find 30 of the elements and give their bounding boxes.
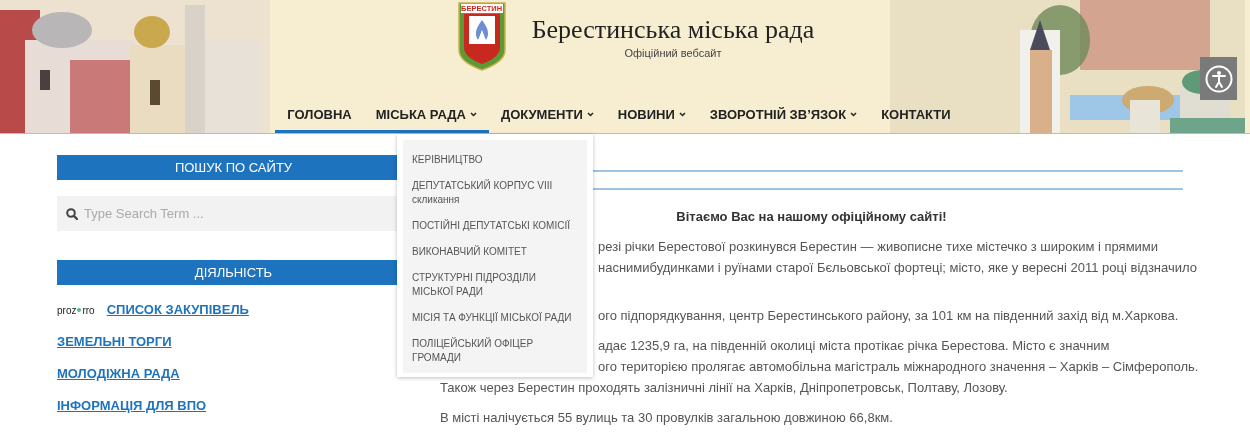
- chevron-down-icon: [469, 112, 477, 117]
- dropdown-item[interactable]: ПОЛІЦЕЙСЬКИЙ ОФІЦЕР ГРОМАДИ: [403, 331, 587, 371]
- nav-link[interactable]: КОНТАКТИ: [869, 99, 963, 133]
- chevron-down-icon: [678, 112, 686, 117]
- paragraph-text: резі річки Берестової розкинувся Берестин — живописне тихе містечко з широким і прямими: [598, 238, 1159, 256]
- accessibility-icon: [1204, 64, 1233, 93]
- site-subtitle: Офіційний вебсайт: [624, 46, 722, 60]
- paragraph-text: ого підпорядкування, центр Берестинського району, за 101 км на південний захід від м.Харкова.: [598, 307, 1179, 325]
- sidebar-link[interactable]: ЗЕМЕЛЬНІ ТОРГИ: [57, 332, 172, 352]
- site-title: Берестинська міська рада: [531, 14, 815, 46]
- nav-link[interactable]: ДОКУМЕНТИ: [488, 99, 606, 133]
- coat-of-arms-icon: [457, 2, 506, 71]
- sidebar-link[interactable]: СПИСОК ЗАКУПІВЕЛЬ: [106, 300, 249, 320]
- nav-link[interactable]: НОВИНИ: [605, 99, 698, 133]
- paragraph-text: Також через Берестин проходять залізничні лінії на Харків, Дніпропетровськ, Полтаву, Лозову.: [440, 379, 1008, 397]
- paragraph-text: наснимибудинками і руїнами старої Бєльовської фортеці; місто, яке у вересні 2011 році відзначило: [598, 259, 1197, 277]
- logo: proz rro: [57, 303, 95, 318]
- sidebar-link[interactable]: МОЛОДІЖНА РАДА: [57, 364, 180, 384]
- sidebar-link[interactable]: ІНФОРМАЦІЯ ДЛЯ ВПО: [57, 396, 207, 416]
- nav-link[interactable]: ГОЛОВНА: [275, 99, 364, 133]
- search-icon: [66, 208, 78, 220]
- paragraph-text: адає 1235,9 га, на південній околиці міста протікає річка Берестова. Місто є значним: [598, 337, 1110, 355]
- accessibility-button[interactable]: [1200, 57, 1237, 100]
- paragraph-text: В місті налічується 55 вулиць та 30 провулків загальною довжиною 66,8км.: [440, 409, 893, 427]
- nav-link[interactable]: ЗВОРОТНІЙ ЗВ’ЯЗОК: [697, 99, 870, 133]
- welcome-heading: Вітаємо Вас на нашому офіційному сайті!: [676, 208, 947, 226]
- chevron-down-icon: [586, 112, 594, 117]
- chevron-down-icon: [850, 112, 858, 117]
- dropdown-item[interactable]: МІСІЯ ТА ФУНКЦІЇ МІСЬКОЇ РАДИ: [403, 305, 587, 331]
- paragraph-text: ого територією пролягає автомобільна магістраль міжнародного значення – Харків – Сімферополь.: [598, 358, 1199, 376]
